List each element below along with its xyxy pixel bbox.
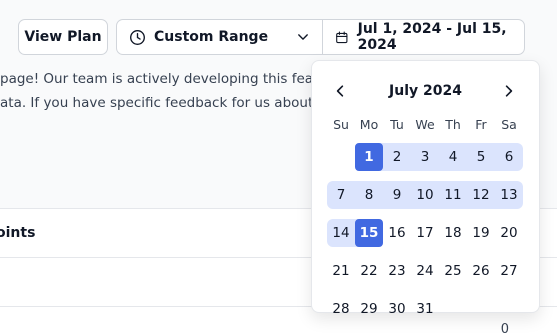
calendar-week: 21 22 23 24 25 26 27 (327, 257, 523, 285)
calendar-day[interactable]: 28 (327, 295, 355, 323)
calendar-day[interactable]: 7 (327, 181, 355, 209)
toolbar: View Plan Custom Range Jul 1, 2024 - Jul… (18, 19, 525, 55)
calendar-day[interactable]: 31 (411, 295, 439, 323)
calendar-week: 14 15 16 17 18 19 20 (327, 219, 523, 247)
calendar-icon (336, 31, 348, 43)
calendar-day[interactable]: 19 (467, 219, 495, 247)
calendar-day[interactable]: 12 (467, 181, 495, 209)
calendar-day[interactable]: 4 (439, 143, 467, 171)
date-range-control: Custom Range Jul 1, 2024 - Jul 15, 2024 (116, 19, 525, 55)
calendar-day[interactable]: 10 (411, 181, 439, 209)
weekday-label: Fr (475, 117, 487, 132)
notice-line-1: page! Our team is actively developing th… (0, 71, 327, 87)
weekday-label: Th (445, 117, 461, 132)
weekday-label: Su (333, 117, 349, 132)
calendar-day[interactable]: 14 (327, 219, 355, 247)
calendar-day[interactable]: 2 (383, 143, 411, 171)
weekday-label: Tu (390, 117, 404, 132)
calendar-day[interactable]: 26 (467, 257, 495, 285)
calendar-day[interactable]: 3 (411, 143, 439, 171)
calendar-day[interactable]: 27 (495, 257, 523, 285)
chevron-right-icon[interactable] (501, 83, 517, 99)
weekday-header: Su Mo Tu We Th Fr Sa (327, 117, 523, 137)
calendar-day[interactable]: 16 (383, 219, 411, 247)
range-preset-select[interactable]: Custom Range (117, 20, 323, 54)
calendar-day[interactable]: 23 (383, 257, 411, 285)
calendar-empty-cell (495, 295, 523, 323)
notice-line-2: ata. If you have specific feedback for u… (0, 95, 314, 111)
range-preset-label: Custom Range (154, 29, 269, 45)
calendar-week: 123456 (327, 143, 523, 171)
calendar-day[interactable]: 1 (355, 143, 383, 171)
calendar-header: July 2024 (312, 80, 539, 102)
calendar-day[interactable]: 18 (439, 219, 467, 247)
row-value: 0 (500, 322, 509, 336)
calendar-grid: Su Mo Tu We Th Fr Sa 1 2 3 4 5 6 7 8 9 10 11 12 13 14 15 16 17… (327, 117, 523, 323)
calendar-day[interactable]: 22 (355, 257, 383, 285)
calendar-empty-cell (327, 143, 355, 171)
calendar-day[interactable]: 5 (467, 143, 495, 171)
clock-icon (130, 29, 145, 45)
calendar-day[interactable]: 29 (355, 295, 383, 323)
weekday-label: Mo (359, 117, 379, 132)
date-range-label: Jul 1, 2024 - Jul 15, 2024 (357, 21, 507, 53)
calendar-day[interactable]: 24 (411, 257, 439, 285)
feature-notice: page! Our team is actively developing th… (0, 67, 327, 115)
calendar-day[interactable]: 17 (411, 219, 439, 247)
calendar-day[interactable]: 11 (439, 181, 467, 209)
calendar-day[interactable]: 15 (355, 219, 383, 247)
calendar-day[interactable]: 21 (327, 257, 355, 285)
calendar-day[interactable]: 6 (495, 143, 523, 171)
calendar-week: 28 29 30 31 (327, 295, 523, 323)
weekday-label: We (415, 117, 435, 132)
calendar-day[interactable]: 20 (495, 219, 523, 247)
calendar-day[interactable]: 25 (439, 257, 467, 285)
calendar-empty-cell (439, 295, 467, 323)
calendar-day[interactable]: 13 (495, 181, 523, 209)
weekday-label: Sa (501, 117, 517, 132)
chevron-down-icon (298, 34, 308, 40)
calendar-weeks: 1 2 3 4 5 6 7 8 9 10 11 12 13 14 15 16 17 18 19 20 21 22 23 24 2… (327, 143, 523, 323)
calendar-day[interactable]: 9 (383, 181, 411, 209)
calendar-week: 7 8 9 10 11 12 13 (327, 181, 523, 209)
calendar-empty-cell (467, 295, 495, 323)
calendar-day[interactable]: 30 (383, 295, 411, 323)
date-picker-popover: July 2024 Su Mo Tu We Th Fr Sa 1 2 3 4 5 6 7 8 9 10 11 12… (311, 60, 540, 317)
date-range-button[interactable]: Jul 1, 2024 - Jul 15, 2024 (323, 20, 524, 54)
calendar-day[interactable]: 8 (355, 181, 383, 209)
panel-header-label: oints (0, 225, 36, 241)
view-plan-button[interactable]: View Plan (18, 19, 108, 55)
